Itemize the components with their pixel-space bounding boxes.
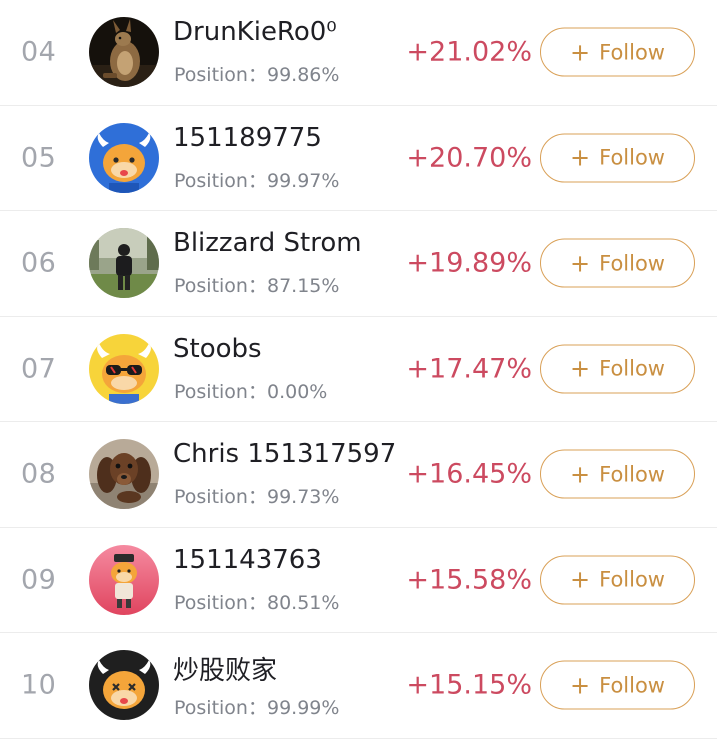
plus-icon: +	[570, 460, 591, 489]
position-label: Position：	[174, 591, 267, 614]
gain-percent: +15.58%	[406, 564, 532, 596]
dog-photo-avatar	[89, 439, 159, 510]
follow-button[interactable]: + Follow	[540, 449, 695, 499]
list-item[interactable]: 10 炒股败家 Position：99.99% +15.15% + Follow	[0, 633, 717, 739]
trader-name: 151143763	[173, 544, 322, 575]
position-text: Position：99.99%	[174, 693, 339, 720]
position-label: Position：	[174, 486, 267, 508]
position-value: 99.97%	[266, 169, 340, 192]
position-value: 99.86%	[266, 64, 340, 86]
trader-name: Chris 151317597	[173, 439, 397, 469]
position-text: Position：99.73%	[174, 482, 339, 509]
follow-button[interactable]: + Follow	[540, 133, 695, 183]
follow-button[interactable]: + Follow	[540, 555, 695, 605]
plus-icon: +	[570, 354, 591, 383]
avatar[interactable]	[89, 544, 159, 615]
position-value: 80.51%	[266, 591, 340, 614]
follow-label: Follow	[599, 462, 665, 487]
position-label: Position：	[174, 64, 267, 86]
plus-icon: +	[570, 249, 591, 278]
bull-figure-avatar-pink	[89, 544, 159, 615]
bull-cartoon-avatar-blue	[89, 122, 159, 193]
avatar[interactable]	[89, 17, 159, 88]
list-item[interactable]: 06 Blizzard Strom Position：87.15% +19.89…	[0, 211, 717, 317]
rank-number: 07	[21, 353, 57, 385]
position-text: Position：0.00%	[174, 377, 327, 404]
list-item[interactable]: 07 Stoobs Position：0.00% +17.47% + Follo…	[0, 317, 717, 422]
gain-percent: +19.89%	[406, 247, 532, 279]
avatar[interactable]	[89, 650, 159, 721]
rank-number: 10	[21, 669, 57, 701]
person-photo-avatar	[89, 228, 159, 299]
leaderboard-list: 04 DrunKieRo0⁰ Position：99.86% +21.02% +…	[0, 0, 717, 739]
trader-name: DrunKieRo0⁰	[173, 17, 337, 47]
rank-number: 08	[21, 458, 57, 490]
position-value: 0.00%	[266, 380, 328, 403]
trader-name: 151189775	[173, 122, 322, 153]
plus-icon: +	[570, 565, 591, 594]
follow-label: Follow	[599, 673, 665, 698]
position-label: Position：	[174, 275, 267, 297]
position-label: Position：	[174, 697, 267, 719]
position-label: Position：	[174, 169, 267, 192]
position-text: Position：87.15%	[174, 271, 339, 298]
gain-percent: +17.47%	[406, 353, 532, 385]
avatar[interactable]	[89, 228, 159, 299]
trader-name: 炒股败家	[173, 656, 278, 686]
list-item[interactable]: 09 151143763 Position：80.51% +15.58% + F…	[0, 528, 717, 633]
kangaroo-photo-avatar	[89, 17, 159, 88]
bull-cartoon-avatar-dark	[89, 650, 159, 721]
position-text: Position：80.51%	[174, 588, 339, 615]
position-value: 99.99%	[266, 697, 340, 719]
avatar[interactable]	[89, 439, 159, 510]
follow-label: Follow	[599, 356, 665, 381]
plus-icon: +	[570, 38, 591, 67]
rank-number: 04	[21, 36, 57, 68]
avatar[interactable]	[89, 333, 159, 404]
follow-button[interactable]: + Follow	[540, 344, 695, 394]
plus-icon: +	[570, 671, 591, 700]
list-item[interactable]: 04 DrunKieRo0⁰ Position：99.86% +21.02% +…	[0, 0, 717, 106]
position-text: Position：99.97%	[174, 166, 339, 193]
follow-label: Follow	[599, 567, 665, 592]
gain-percent: +15.15%	[406, 669, 532, 701]
follow-label: Follow	[599, 251, 665, 276]
position-value: 87.15%	[266, 275, 340, 297]
bull-sunglasses-avatar-yellow	[89, 333, 159, 404]
plus-icon: +	[570, 143, 591, 172]
trader-name: Blizzard Strom	[173, 228, 362, 258]
follow-button[interactable]: + Follow	[540, 27, 695, 77]
position-text: Position：99.86%	[174, 60, 339, 87]
list-item[interactable]: 05 151189775 Position：99.97% +20.70% + F…	[0, 106, 717, 211]
gain-percent: +20.70%	[406, 142, 532, 174]
follow-button[interactable]: + Follow	[540, 238, 695, 288]
gain-percent: +21.02%	[406, 36, 532, 68]
rank-number: 09	[21, 564, 57, 596]
follow-button[interactable]: + Follow	[540, 660, 695, 710]
position-value: 99.73%	[266, 486, 340, 508]
rank-number: 06	[21, 247, 57, 279]
trader-name: Stoobs	[173, 333, 262, 364]
position-label: Position：	[174, 380, 267, 403]
list-item[interactable]: 08 Chris 151317597 Position：99.73% +16.4…	[0, 422, 717, 528]
follow-label: Follow	[599, 40, 665, 65]
gain-percent: +16.45%	[406, 458, 532, 490]
avatar[interactable]	[89, 122, 159, 193]
rank-number: 05	[21, 142, 57, 174]
follow-label: Follow	[599, 145, 665, 170]
